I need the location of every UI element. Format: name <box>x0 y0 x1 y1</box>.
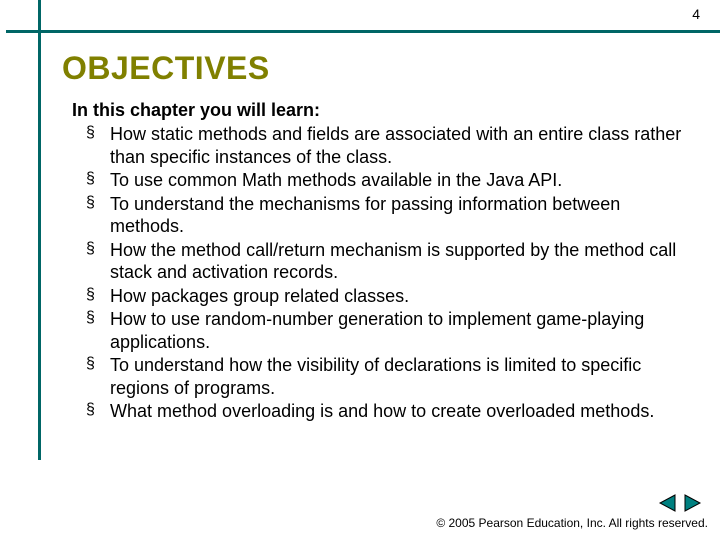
intro-text: In this chapter you will learn: <box>72 100 690 121</box>
list-item: To use common Math methods available in … <box>86 169 690 192</box>
list-item: How packages group related classes. <box>86 285 690 308</box>
page-number: 4 <box>692 6 700 22</box>
list-item: How to use random-number generation to i… <box>86 308 690 353</box>
list-item: How the method call/return mechanism is … <box>86 239 690 284</box>
list-item: To understand how the visibility of decl… <box>86 354 690 399</box>
copyright-text: © 2005 Pearson Education, Inc. All right… <box>0 516 708 530</box>
footer: © 2005 Pearson Education, Inc. All right… <box>0 494 708 530</box>
nav-controls <box>658 494 702 512</box>
list-item: To understand the mechanisms for passing… <box>86 193 690 238</box>
horizontal-rule <box>6 30 720 33</box>
prev-slide-icon[interactable] <box>658 494 678 512</box>
objectives-list: How static methods and fields are associ… <box>72 123 690 423</box>
content-area: In this chapter you will learn: How stat… <box>72 100 690 424</box>
list-item: What method overloading is and how to cr… <box>86 400 690 423</box>
page-title: OBJECTIVES <box>62 50 270 87</box>
next-slide-icon[interactable] <box>682 494 702 512</box>
list-item: How static methods and fields are associ… <box>86 123 690 168</box>
slide: 4 OBJECTIVES In this chapter you will le… <box>0 0 720 540</box>
vertical-rule <box>38 0 41 460</box>
